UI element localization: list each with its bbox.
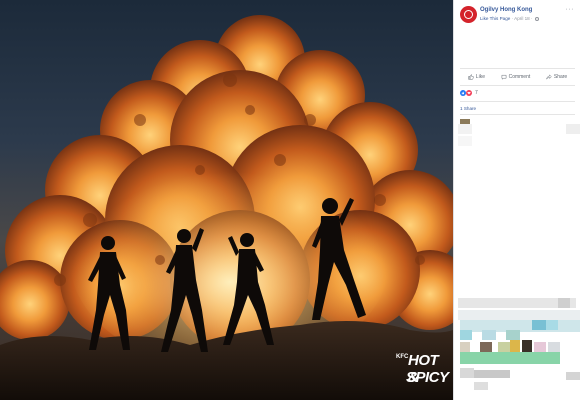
share-button[interactable]: Share [546,74,567,80]
like-button[interactable]: Like [468,74,485,80]
post-date[interactable]: April 18 [514,16,530,21]
comment-label: Comment [508,74,531,80]
post-meta: Like This Page · April 18 · [480,16,539,21]
love-reaction-icon [466,90,472,96]
kfc-hot-spicy-logo: KFC HOT & SPICY [396,352,449,392]
post-photo[interactable]: KFC HOT & SPICY [0,0,453,400]
post-sidebar: Ogilvy Hong Kong Like This Page · April … [453,0,580,400]
thumbs-up-icon [468,74,474,80]
comment-button[interactable]: Comment [501,74,531,80]
share-label: Share [553,74,568,80]
like-label: Like [475,74,485,80]
reaction-count: 7 [475,90,478,96]
shares-count-link[interactable]: 1 Share [460,106,476,111]
fried-chicken-explosion-image [0,15,453,400]
comment-icon [501,74,506,80]
more-options-icon[interactable]: ··· [566,6,575,13]
like-page-link[interactable]: Like This Page [480,16,510,21]
globe-icon [534,16,539,21]
page-name-link[interactable]: Ogilvy Hong Kong [480,7,532,13]
reaction-summary[interactable]: 7 [460,90,478,96]
divider [460,101,575,102]
logo-line-spicy: SPICY [406,369,449,386]
divider [460,114,575,115]
page-avatar[interactable] [460,6,477,23]
share-icon [546,74,552,80]
post-actions: Like Comment Share [460,68,575,86]
